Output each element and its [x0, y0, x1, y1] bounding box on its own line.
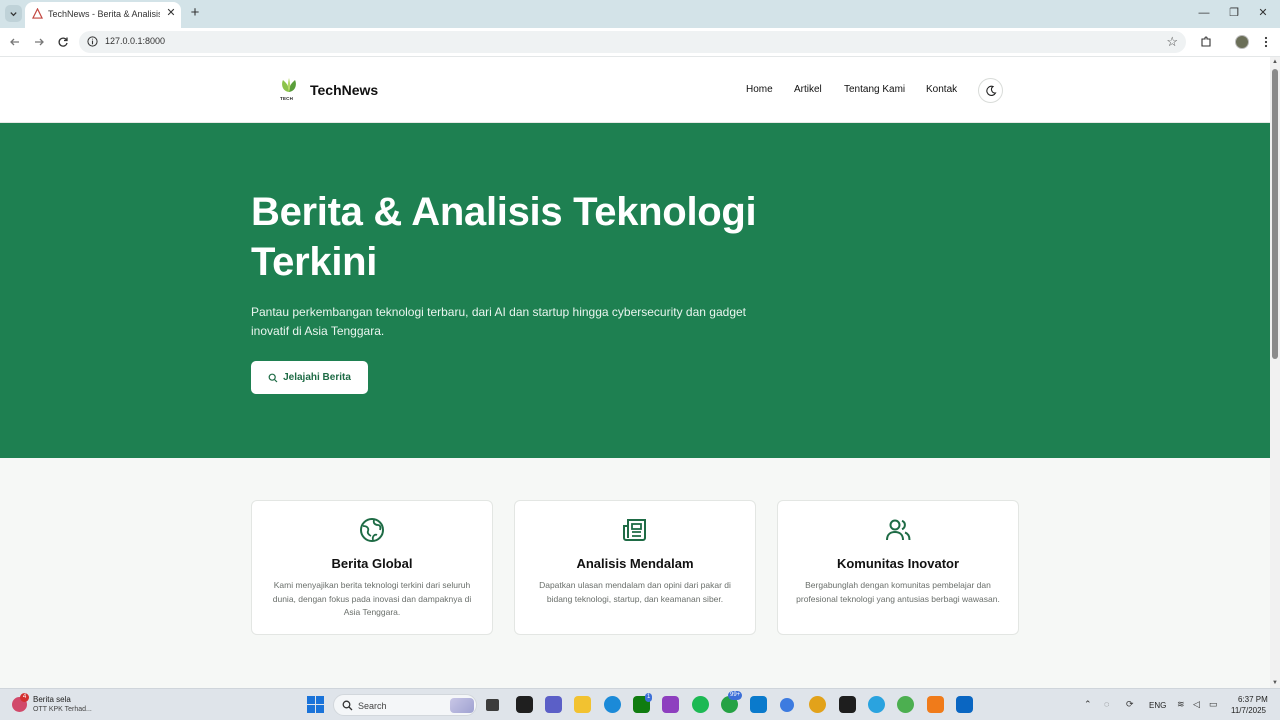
windows-logo-icon	[307, 696, 324, 713]
taskbar-search[interactable]: Search	[333, 694, 477, 716]
url-text: 127.0.0.1:8000	[105, 36, 166, 46]
hero-section: Berita & Analisis Teknologi Terkini Pant…	[0, 123, 1270, 458]
tray-sync-icon[interactable]: ⟳	[1126, 699, 1134, 710]
arrow-left-icon	[10, 38, 19, 46]
nav-home[interactable]: Home	[746, 84, 773, 95]
whatsapp-badge: 99+	[728, 691, 743, 700]
tab-title: TechNews - Berita & Analisis T	[48, 9, 160, 19]
logo-text: TECH	[280, 96, 294, 101]
chrome-profile-icon[interactable]	[897, 696, 914, 713]
feature-title: Analisis Mendalam	[576, 556, 694, 571]
browser-tab-bar: TechNews - Berita & Analisis T ✕ + — ❐ ✕	[0, 0, 1280, 28]
feature-title: Komunitas Inovator	[836, 556, 960, 571]
xbox-badge: 1	[645, 693, 653, 702]
hero-title: Berita & Analisis Teknologi Terkini	[251, 190, 757, 284]
telegram-icon[interactable]	[868, 696, 885, 713]
chrome-icon[interactable]	[809, 696, 826, 713]
site-favicon-icon	[32, 8, 43, 19]
search-icon	[268, 373, 278, 382]
chevron-up-icon[interactable]: ⌃	[1084, 699, 1092, 710]
search-highlight-image	[450, 698, 474, 713]
taskbar-search-placeholder: Search	[358, 701, 387, 711]
search-icon	[342, 700, 353, 711]
moon-icon	[985, 85, 996, 96]
close-window-icon[interactable]: ✕	[1256, 6, 1270, 20]
photos-icon[interactable]	[662, 696, 679, 713]
nav-kontak[interactable]: Kontak	[926, 84, 957, 95]
linkedin-icon[interactable]	[956, 696, 973, 713]
language-indicator[interactable]: ENG	[1149, 701, 1166, 710]
globe-icon	[360, 518, 384, 542]
scroll-down-icon[interactable]: ▼	[1271, 680, 1279, 686]
os-taskbar: 4 Berita sela OTT KPK Terhad... Search 1…	[0, 688, 1280, 720]
start-button[interactable]	[307, 696, 324, 713]
battery-icon[interactable]: ▭	[1209, 699, 1218, 710]
feature-description: Bergabunglah dengan komunitas pembelajar…	[796, 580, 1000, 604]
terminal-icon[interactable]	[516, 696, 533, 713]
puzzle-icon	[1201, 36, 1211, 47]
folder-icon[interactable]	[574, 696, 591, 713]
news-description: OTT KPK Terhad...	[33, 706, 92, 713]
tray-app-icon[interactable]: ◌	[1104, 699, 1109, 709]
site-info-icon[interactable]	[87, 36, 98, 47]
nav-artikel[interactable]: Artikel	[794, 84, 822, 95]
profile-avatar[interactable]	[1235, 35, 1249, 49]
scroll-up-icon[interactable]: ▲	[1271, 59, 1279, 65]
copilot-icon[interactable]	[780, 698, 794, 712]
scroll-thumb[interactable]	[1272, 69, 1278, 359]
restore-icon[interactable]: ❐	[1227, 6, 1241, 20]
minimize-icon[interactable]: —	[1197, 6, 1211, 20]
arrow-right-icon	[35, 38, 44, 46]
news-widget[interactable]: 4 Berita sela OTT KPK Terhad...	[12, 693, 122, 716]
browser-toolbar: 127.0.0.1:8000 ☆	[0, 28, 1280, 57]
news-title: Berita sela	[33, 695, 71, 704]
tab-search-button[interactable]	[5, 5, 22, 22]
address-bar[interactable]: 127.0.0.1:8000 ☆	[79, 31, 1186, 53]
reload-button[interactable]	[55, 34, 71, 50]
site-header: TECH TechNews Home Artikel Tentang Kami …	[0, 57, 1270, 123]
volume-icon[interactable]: ◁	[1193, 699, 1200, 710]
forward-button[interactable]	[31, 34, 47, 50]
edge-icon[interactable]	[604, 696, 621, 713]
feature-card-community: Komunitas Inovator Bergabunglah dengan k…	[777, 500, 1019, 635]
browser-tab-active[interactable]: TechNews - Berita & Analisis T ✕	[25, 2, 181, 28]
news-badge: 4	[20, 693, 29, 702]
feature-card-global: Berita Global Kami menyajikan berita tek…	[251, 500, 493, 635]
page-viewport: TECH TechNews Home Artikel Tentang Kami …	[0, 57, 1270, 688]
capcut-icon[interactable]	[839, 696, 856, 713]
feature-description: Dapatkan ulasan mendalam dan opini dari …	[539, 580, 731, 604]
close-tab-icon[interactable]: ✕	[165, 7, 177, 19]
back-button[interactable]	[7, 34, 23, 50]
more-vertical-icon	[1264, 36, 1268, 48]
page-scrollbar[interactable]: ▲ ▼	[1270, 57, 1280, 688]
hero-subtitle: Pantau perkembangan teknologi terbaru, d…	[251, 305, 746, 338]
explore-news-label: Jelajahi Berita	[283, 372, 351, 383]
brand-name[interactable]: TechNews	[310, 82, 378, 98]
clock-time[interactable]: 6:37 PM	[1238, 695, 1268, 704]
feature-description: Kami menyajikan berita teknologi terkini…	[272, 580, 472, 617]
teams-icon[interactable]	[545, 696, 562, 713]
new-tab-button[interactable]: +	[188, 5, 202, 21]
feature-card-analysis: Analisis Mendalam Dapatkan ulasan mendal…	[514, 500, 756, 635]
newspaper-icon	[623, 519, 646, 541]
nav-tentang-kami[interactable]: Tentang Kami	[844, 84, 905, 95]
feature-title: Berita Global	[331, 556, 413, 571]
clock-date[interactable]: 11/7/2025	[1231, 706, 1266, 715]
technews-logo[interactable]: TECH	[278, 77, 300, 103]
vscode-icon[interactable]	[750, 696, 767, 713]
extensions-button[interactable]	[1198, 34, 1214, 50]
theme-toggle-button[interactable]	[978, 78, 1003, 103]
file-explorer-task-icon[interactable]	[486, 699, 499, 711]
chevron-down-icon	[10, 12, 17, 17]
bookmark-star-icon[interactable]: ☆	[1166, 34, 1178, 50]
xampp-icon[interactable]	[927, 696, 944, 713]
features-section: Berita Global Kami menyajikan berita tek…	[0, 458, 1270, 688]
explore-news-button[interactable]: Jelajahi Berita	[251, 361, 368, 394]
users-icon	[886, 519, 911, 541]
reload-icon	[58, 37, 68, 47]
browser-menu-button[interactable]	[1258, 34, 1274, 50]
spotify-icon[interactable]	[692, 696, 709, 713]
wifi-icon[interactable]: ≋	[1177, 699, 1185, 710]
